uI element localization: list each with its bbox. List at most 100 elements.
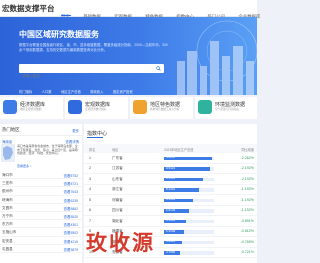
row-growth: -0.765% <box>240 239 254 244</box>
hero-title: 中国区域研究数据服务 <box>19 30 99 39</box>
list-item-value[interactable]: 查看5520 <box>64 214 78 219</box>
list-item[interactable]: 海口市 查看8752 <box>0 171 82 180</box>
list-item[interactable]: 五指山市 查看5502 <box>0 228 82 237</box>
card-desc: 地区宏观经济数据 <box>20 108 42 111</box>
search-icon[interactable] <box>156 66 161 71</box>
table-header: 排名 地区 2023年地区生产总值 同比增速 <box>84 144 257 153</box>
list-item[interactable]: 琼海市 查看6235 <box>0 196 82 204</box>
card-macro-db[interactable]: 宏观数据库 宏观经济统计指标 <box>65 97 128 119</box>
nav-active-indicator <box>61 15 71 17</box>
tag-item[interactable]: 固定资产投资 <box>113 89 133 94</box>
row-region: 山东省 <box>112 176 123 181</box>
row-rank: 4 <box>89 187 91 192</box>
list-item-label: 文昌市 <box>2 205 13 210</box>
more-link[interactable]: 更多 <box>72 128 79 133</box>
hero-banner: 中国区域研究数据服务 数据平台覆盖全国各级行政区、省、市、县多维度数据，覆盖多级… <box>0 17 257 95</box>
leaf-icon <box>198 100 212 114</box>
panel-header: 热门地区 更多 <box>0 124 82 136</box>
map-icon <box>3 146 13 160</box>
row-growth: -1.192% <box>240 187 254 192</box>
card-economic-db[interactable]: 经济数据库 地区宏观经济数据 <box>0 97 63 119</box>
row-growth: -1.192% <box>240 197 254 202</box>
row-region: 浙江省 <box>112 187 123 192</box>
list-item-value[interactable]: 查看3879 <box>64 247 78 252</box>
card-desc: 宏观经济统计指标 <box>85 108 107 111</box>
watermark-logo: 玫收源 <box>86 227 170 255</box>
row-region: 广东省 <box>112 155 123 160</box>
row-region: 江苏省 <box>112 166 123 171</box>
tab-active-indicator <box>87 137 103 138</box>
row-growth: -2.192% <box>240 166 254 171</box>
list-item-value[interactable]: 查看5862 <box>64 206 78 211</box>
hero-description: 数据平台覆盖全国各级行政区、省、市、县多维度数据，覆盖多级统计指标、2000—当… <box>19 43 168 52</box>
row-rank: 7 <box>89 218 91 223</box>
table-row[interactable]: 7 湖北省 5.5803 -0.891% <box>84 216 257 227</box>
list-item-value[interactable]: 查看5502 <box>64 230 78 235</box>
list-item[interactable]: 万宁市 查看5520 <box>0 212 82 221</box>
list-item[interactable]: 屯昌县 查看3879 <box>0 245 82 253</box>
index-center-title[interactable]: 指数中心 <box>87 130 107 137</box>
view-more-link[interactable]: 查看更多 > <box>17 164 32 168</box>
row-growth: -0.721% <box>240 250 254 255</box>
list-item-value[interactable]: 查看4301 <box>64 222 78 227</box>
city-skyline-decoration <box>177 20 257 95</box>
brand-title: 宏数据支撑平台 <box>2 4 55 13</box>
list-item[interactable]: 东方市 查看4301 <box>0 220 82 229</box>
row-rank: 5 <box>89 197 91 202</box>
row-region: 河南省 <box>112 197 123 202</box>
row-region: 四川省 <box>112 208 123 213</box>
row-value: 5.5803 <box>166 218 176 222</box>
list-item-label: 万宁市 <box>2 213 13 218</box>
table-row[interactable]: 5 河南省 6.4901 -1.192% <box>84 195 257 206</box>
card-environment-data[interactable]: 环境监测数据 空气质量与环境指标 <box>195 97 257 119</box>
row-value: 9.6235 <box>166 155 176 159</box>
table-row[interactable]: 3 山东省 8.5445 -2.192% <box>84 174 257 185</box>
list-item[interactable]: 定安县 查看4216 <box>0 237 82 245</box>
tag-label: 热门指标 <box>19 90 33 94</box>
tag-item[interactable]: 地区生产总值 <box>61 89 81 94</box>
row-growth: -2.192% <box>240 176 254 181</box>
row-value: 6.0133 <box>166 207 176 212</box>
header-rank: 排名 <box>89 147 96 152</box>
table-row[interactable]: 6 四川省 6.0133 -1.192% <box>84 206 257 216</box>
region-intro: 海口市是海南省省会城市，位于海南岛北部，全市下辖秀英、龙华、琼山、美兰四个区，是… <box>17 144 78 156</box>
list-item-value[interactable]: 查看8721 <box>64 181 78 186</box>
table-row[interactable]: 2 江苏省 9.5421 -2.192% <box>84 164 257 174</box>
card-title: 经济数据库 <box>20 102 46 108</box>
row-rank: 2 <box>89 166 91 171</box>
tag-item[interactable]: 财政收入 <box>90 89 103 94</box>
table-row[interactable]: 4 浙江省 8.2431 -1.192% <box>84 185 257 195</box>
tag-item[interactable]: 人口数 <box>42 89 52 94</box>
card-title: 地区特色数据 <box>150 102 181 108</box>
list-item-label: 东方市 <box>2 222 13 227</box>
row-rank: 6 <box>89 208 91 213</box>
list-item-label: 琼海市 <box>2 197 13 202</box>
list-item[interactable]: 三亚市 查看8721 <box>0 179 82 188</box>
hot-tags: 热门指标 人口数 地区生产总值 财政收入 固定资产投资 <box>19 80 138 95</box>
list-item-value[interactable]: 查看4216 <box>64 239 78 244</box>
list-item-label: 屯昌县 <box>2 246 13 251</box>
database-icon <box>3 100 17 114</box>
list-item-label: 儋州市 <box>2 189 13 194</box>
header-gdp: 2023年地区生产总值 <box>164 147 194 152</box>
card-regional-data[interactable]: 地区特色数据 各地特色数据汇总与分析 <box>130 97 193 119</box>
chart-icon <box>68 100 82 114</box>
card-desc: 各地特色数据汇总与分析 <box>150 108 180 111</box>
table-row[interactable]: 1 广东省 9.6235 -2.262% <box>84 153 257 164</box>
card-title: 环境监测数据 <box>215 102 246 108</box>
row-rank: 1 <box>89 155 91 160</box>
nav-menu: 首页 基础数据 宏观数据 特色数据 指数中心 热门公司 企业数据库 <box>61 5 269 19</box>
list-item[interactable]: 文昌市 查看5862 <box>0 204 82 212</box>
region-map-image <box>1 144 15 162</box>
row-region: 湖北省 <box>112 218 123 223</box>
list-item-value[interactable]: 查看8752 <box>64 173 78 178</box>
list-item[interactable]: 儋州市 查看7643 <box>0 187 82 196</box>
search-box <box>19 64 164 81</box>
header-region: 地区 <box>112 147 119 152</box>
row-growth: -1.192% <box>240 208 254 213</box>
list-item-value[interactable]: 查看7643 <box>64 189 78 194</box>
top-nav: 宏数据支撑平台 首页 基础数据 宏观数据 特色数据 指数中心 热门公司 企业数据… <box>0 0 260 19</box>
list-item-label: 三亚市 <box>2 181 13 186</box>
list-item-value[interactable]: 查看6235 <box>64 198 78 203</box>
card-desc: 空气质量与环境指标 <box>215 108 240 111</box>
